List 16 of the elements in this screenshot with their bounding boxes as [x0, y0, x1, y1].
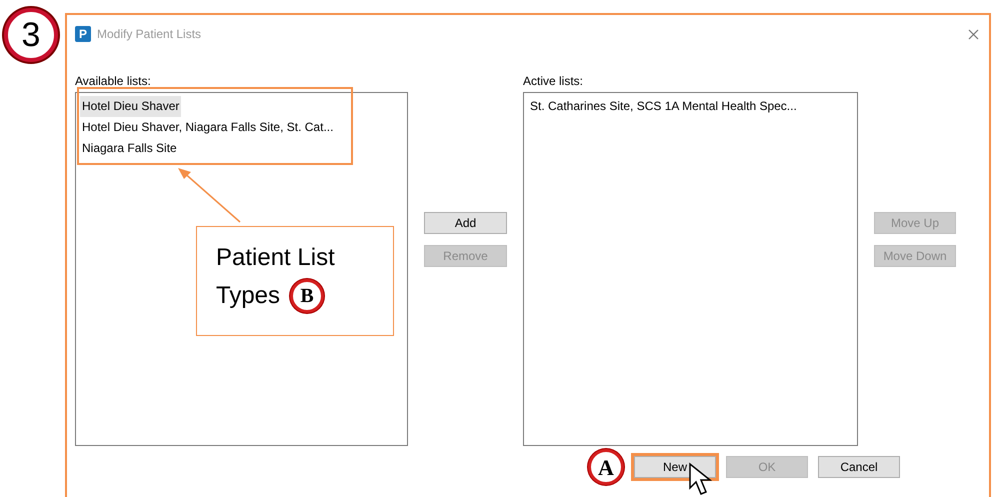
list-item[interactable]: Hotel Dieu Shaver, Niagara Falls Site, St. Cat... [80, 117, 336, 138]
list-label: Available lists: [75, 74, 152, 88]
app-icon: P [75, 26, 91, 42]
list-item[interactable]: St. Catharines Site, SCS 1A Mental Health Spec... [528, 96, 799, 117]
step-badge: 3 [4, 8, 58, 62]
marker-badge: B [290, 279, 324, 313]
callout-text: Patient List [216, 243, 336, 273]
dialog-button[interactable]: Add [424, 212, 507, 234]
list-item[interactable]: Hotel Dieu Shaver [80, 96, 182, 117]
list-label: Active lists: [523, 74, 584, 88]
marker-badge: A [588, 449, 624, 485]
list-item[interactable]: Niagara Falls Site [80, 138, 179, 159]
callout-text: Types [216, 281, 280, 311]
window-title: Modify Patient Lists [97, 26, 202, 43]
dialog-button[interactable]: New [634, 456, 716, 478]
dialog-button[interactable]: Cancel [818, 456, 900, 478]
